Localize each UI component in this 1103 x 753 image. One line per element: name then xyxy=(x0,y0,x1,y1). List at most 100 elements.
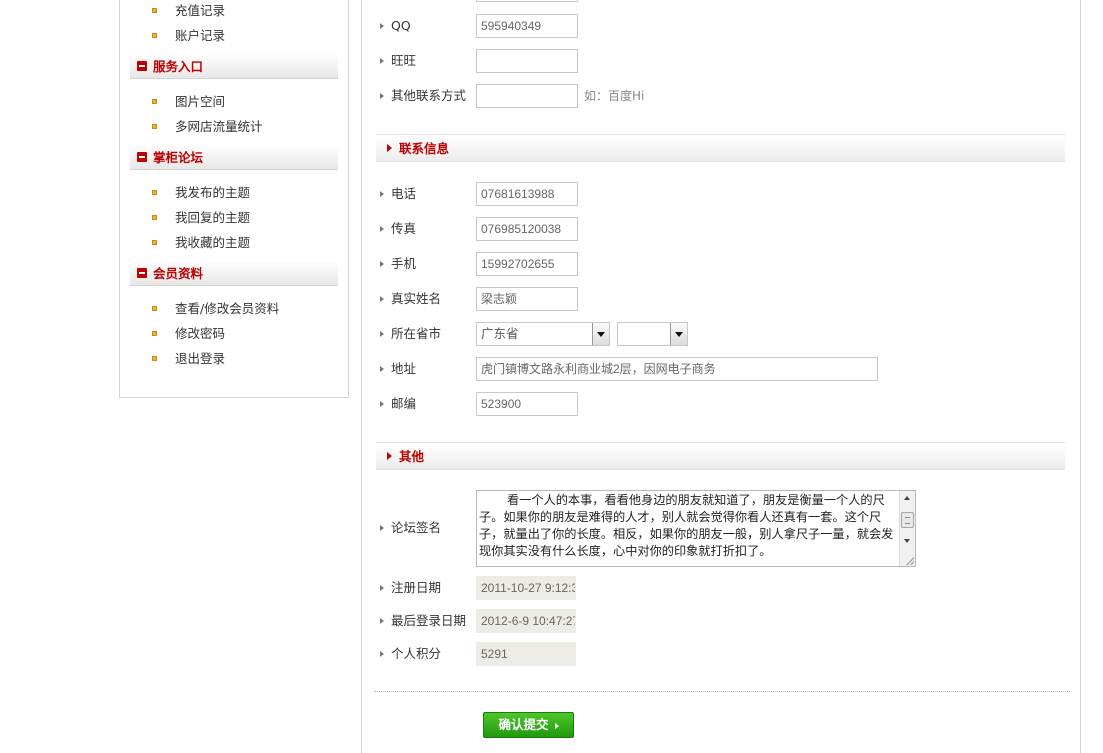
mobile-row: 手机 15992702655 xyxy=(376,252,976,276)
bullet-icon xyxy=(152,306,157,311)
sidebar-item-edit-profile[interactable]: 查看/修改会员资料 xyxy=(152,296,348,321)
collapse-icon[interactable] xyxy=(137,268,147,278)
sidebar-item-label: 多网店流量统计 xyxy=(175,119,263,134)
submit-button-label: 确认提交 xyxy=(498,717,549,732)
reg-date-field: 2011-10-27 9:12:3 xyxy=(476,576,576,600)
member-list: 查看/修改会员资料 修改密码 退出登录 xyxy=(120,296,348,371)
signature-label: 论坛签名 xyxy=(376,516,441,540)
bullet-icon xyxy=(152,33,157,38)
section-title: 其他 xyxy=(386,443,424,470)
bullet-icon xyxy=(152,190,157,195)
phone-input[interactable]: 07681613988 xyxy=(476,182,578,206)
divider xyxy=(374,691,1070,692)
last-login-field: 2012-6-9 10:47:27 xyxy=(476,609,576,633)
section-contact-info: 联系信息 xyxy=(376,134,1065,162)
signature-row: 论坛签名 看一个人的本事，看看他身边的朋友就知道了，朋友是衡量一个人的尺子。如果… xyxy=(376,490,976,567)
submit-button[interactable]: 确认提交 xyxy=(483,712,574,738)
sidebar-item-traffic-stats[interactable]: 多网店流量统计 xyxy=(152,114,348,139)
dropdown-arrow-icon[interactable] xyxy=(670,323,687,345)
sidebar-item-label: 修改密码 xyxy=(175,326,226,341)
sidebar-item-label: 退出登录 xyxy=(175,351,226,366)
chevron-right-icon xyxy=(554,722,559,729)
other-contact-row: 其他联系方式 如：百度Hi xyxy=(376,84,976,108)
forum-list: 我发布的主题 我回复的主题 我收藏的主题 xyxy=(120,180,348,255)
sidebar-section-title: 掌柜论坛 xyxy=(153,150,204,165)
bullet-icon xyxy=(152,240,157,245)
section-title: 联系信息 xyxy=(386,135,449,162)
sidebar-item-image-space[interactable]: 图片空间 xyxy=(152,89,348,114)
wangwang-row: 旺旺 xyxy=(376,49,976,73)
sidebar-item-recharge-records[interactable]: 充值记录 xyxy=(152,0,348,23)
other-contact-label: 其他联系方式 xyxy=(376,84,466,108)
phone-row: 电话 07681613988 xyxy=(376,182,976,206)
qq-row: QQ 595940349 xyxy=(376,14,976,38)
last-login-row: 最后登录日期 2012-6-9 10:47:27 xyxy=(376,609,976,633)
signature-textarea[interactable]: 看一个人的本事，看看他身边的朋友就知道了，朋友是衡量一个人的尺子。如果你的朋友是… xyxy=(476,490,916,567)
scroll-down-icon[interactable] xyxy=(900,534,915,548)
scroll-thumb[interactable] xyxy=(901,512,914,528)
phone-label: 电话 xyxy=(376,182,416,206)
points-label: 个人积分 xyxy=(376,642,441,666)
fax-row: 传真 076985120038 xyxy=(376,217,976,241)
province-city-row: 所在省市 广东省 xyxy=(376,322,976,346)
sidebar-section-forum: 掌柜论坛 xyxy=(130,145,338,170)
signature-text: 看一个人的本事，看看他身边的朋友就知道了，朋友是衡量一个人的尺子。如果你的朋友是… xyxy=(479,493,894,558)
other-contact-input[interactable] xyxy=(476,84,578,108)
qq-input[interactable]: 595940349 xyxy=(476,14,578,38)
account-list: 充值记录 账户记录 xyxy=(120,0,348,48)
real-name-row: 真实姓名 梁志颖 xyxy=(376,287,976,311)
wangwang-input[interactable] xyxy=(476,49,578,73)
address-row: 地址 虎门镇博文路永利商业城2层，因网电子商务 xyxy=(376,357,976,381)
bullet-icon xyxy=(152,99,157,104)
textarea-scrollbar[interactable] xyxy=(899,491,915,566)
mobile-input[interactable]: 15992702655 xyxy=(476,252,578,276)
bullet-icon xyxy=(152,124,157,129)
province-select-value: 广东省 xyxy=(481,326,519,341)
sidebar-item-my-favorites[interactable]: 我收藏的主题 xyxy=(152,230,348,255)
collapse-icon[interactable] xyxy=(137,61,147,71)
sidebar-item-my-replies[interactable]: 我回复的主题 xyxy=(152,205,348,230)
sidebar-item-label: 图片空间 xyxy=(175,94,226,109)
province-city-label: 所在省市 xyxy=(376,322,441,346)
sidebar-item-change-password[interactable]: 修改密码 xyxy=(152,321,348,346)
postcode-row: 邮编 523900 xyxy=(376,392,976,416)
real-name-input[interactable]: 梁志颖 xyxy=(476,287,578,311)
other-contact-hint: 如：百度Hi xyxy=(584,89,645,103)
city-select[interactable] xyxy=(617,322,688,346)
province-select[interactable]: 广东省 xyxy=(476,322,610,346)
points-row: 个人积分 5291 xyxy=(376,642,976,666)
resize-grip-icon[interactable] xyxy=(906,557,914,565)
fax-input[interactable]: 076985120038 xyxy=(476,217,578,241)
sidebar-item-label: 我收藏的主题 xyxy=(175,235,251,250)
bullet-icon xyxy=(152,215,157,220)
wangwang-label: 旺旺 xyxy=(376,49,416,73)
dropdown-arrow-icon[interactable] xyxy=(592,323,609,345)
scroll-up-icon[interactable] xyxy=(900,491,915,505)
sidebar-item-label: 我回复的主题 xyxy=(175,210,251,225)
member-sidebar: 充值记录 账户记录 服务入口 图片空间 多网店流量统计 掌柜论坛 我发布的主题 … xyxy=(119,0,349,398)
reg-date-row: 注册日期 2011-10-27 9:12:3 xyxy=(376,576,976,600)
sidebar-item-label: 充值记录 xyxy=(175,3,226,18)
sidebar-item-account-records[interactable]: 账户记录 xyxy=(152,23,348,48)
sidebar-section-title: 服务入口 xyxy=(153,59,204,74)
sidebar-section-title: 会员资料 xyxy=(153,266,204,281)
postcode-input[interactable]: 523900 xyxy=(476,392,578,416)
collapse-icon[interactable] xyxy=(137,152,147,162)
real-name-label: 真实姓名 xyxy=(376,287,441,311)
section-other: 其他 xyxy=(376,442,1065,470)
sidebar-section-member: 会员资料 xyxy=(130,261,338,286)
points-field: 5291 xyxy=(476,642,576,666)
qq-label: QQ xyxy=(376,14,411,38)
profile-form: QQ 595940349 旺旺 其他联系方式 如：百度Hi 联系信息 电话 07… xyxy=(361,0,1081,753)
sidebar-item-logout[interactable]: 退出登录 xyxy=(152,346,348,371)
sidebar-item-my-topics[interactable]: 我发布的主题 xyxy=(152,180,348,205)
address-input[interactable]: 虎门镇博文路永利商业城2层，因网电子商务 xyxy=(476,357,878,381)
bullet-icon xyxy=(152,356,157,361)
mobile-label: 手机 xyxy=(376,252,416,276)
sidebar-item-label: 我发布的主题 xyxy=(175,185,251,200)
partial-input-top[interactable] xyxy=(476,0,578,2)
sidebar-item-label: 账户记录 xyxy=(175,28,226,43)
last-login-label: 最后登录日期 xyxy=(376,609,466,633)
sidebar-section-service: 服务入口 xyxy=(130,54,338,79)
address-label: 地址 xyxy=(376,357,416,381)
